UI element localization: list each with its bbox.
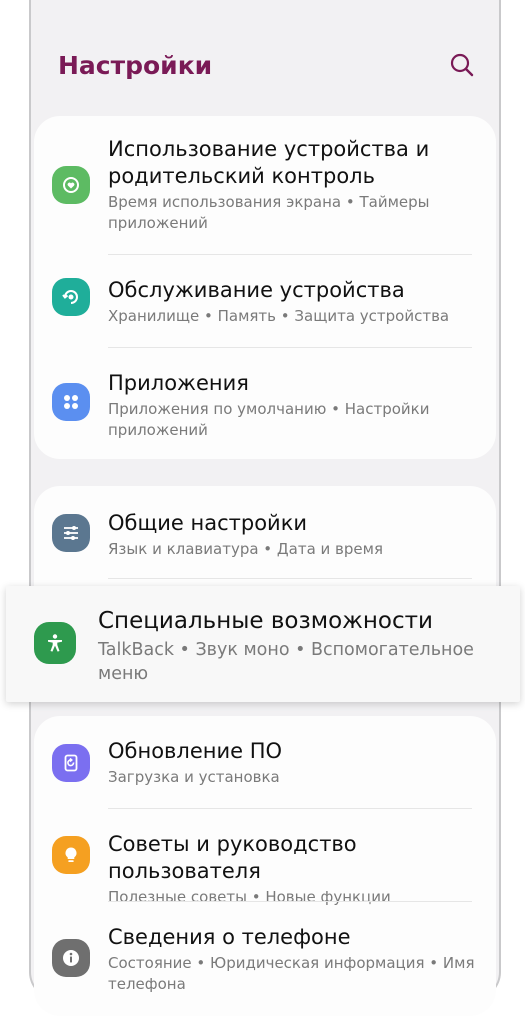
item-subtitle: Состояние • Юридическая информация • Имя…	[108, 954, 475, 993]
item-title: Сведения о телефоне	[108, 925, 351, 949]
item-subtitle: Загрузка и установка	[108, 768, 280, 786]
item-subtitle: Приложения по умолчанию • Настройки прил…	[108, 400, 430, 439]
sliders-icon	[52, 514, 90, 552]
lightbulb-icon	[52, 836, 90, 874]
settings-item-software-update[interactable]: Обновление ПО Загрузка и установка	[34, 716, 496, 808]
item-subtitle: Время использования экрана • Таймеры при…	[108, 193, 430, 232]
accessibility-icon	[34, 622, 76, 664]
item-subtitle: TalkBack • Звук моно • Вспомогательное м…	[98, 640, 474, 684]
settings-group-1: Использование устройства и родительский …	[34, 116, 496, 459]
item-title: Обновление ПО	[108, 739, 283, 763]
item-title: Советы и руководство пользователя	[108, 832, 357, 883]
item-title: Общие настройки	[108, 511, 308, 535]
settings-item-accessibility[interactable]: Специальные возможности TalkBack • Звук …	[6, 586, 520, 702]
item-title: Обслуживание устройства	[108, 278, 405, 302]
item-subtitle: Хранилище • Память • Защита устройства	[108, 307, 450, 325]
divider	[108, 578, 472, 579]
page-title: Настройки	[58, 50, 213, 80]
settings-item-apps[interactable]: Приложения Приложения по умолчанию • Нас…	[34, 348, 496, 459]
settings-item-about-phone[interactable]: Сведения о телефоне Состояние • Юридичес…	[34, 902, 496, 1012]
info-icon	[52, 939, 90, 977]
search-icon[interactable]	[449, 52, 475, 78]
item-subtitle: Язык и клавиатура • Дата и время	[108, 540, 383, 558]
settings-group-3: Обновление ПО Загрузка и установка Совет…	[34, 716, 496, 1016]
item-title: Специальные возможности	[98, 608, 433, 634]
settings-item-general[interactable]: Общие настройки Язык и клавиатура • Дата…	[34, 486, 496, 578]
settings-item-tips[interactable]: Советы и руководство пользователя Полезн…	[34, 809, 496, 906]
settings-item-digital-wellbeing[interactable]: Использование устройства и родительский …	[34, 116, 496, 253]
item-title: Использование устройства и родительский …	[108, 137, 430, 188]
digital-wellbeing-icon	[52, 166, 90, 204]
apps-icon	[52, 383, 90, 421]
settings-item-device-care[interactable]: Обслуживание устройства Хранилище • Памя…	[34, 255, 496, 347]
item-title: Приложения	[108, 371, 249, 395]
device-care-icon	[52, 278, 90, 316]
app-header: Настройки	[58, 40, 475, 90]
software-update-icon	[52, 744, 90, 782]
